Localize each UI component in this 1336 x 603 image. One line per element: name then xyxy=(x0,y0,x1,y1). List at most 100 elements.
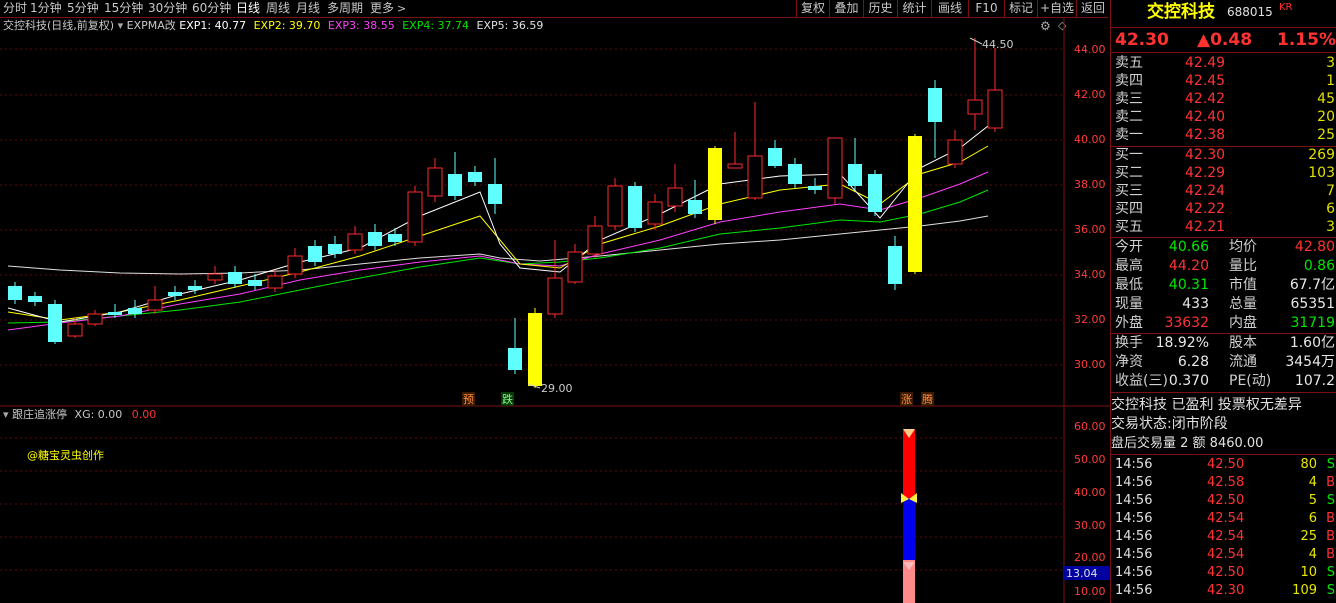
bid-row[interactable]: 买一 42.30 269 xyxy=(1111,146,1336,165)
candle-body xyxy=(8,286,22,300)
period-tab-30min[interactable]: 30分钟 xyxy=(148,0,187,17)
ask-row[interactable]: 卖四 42.45 1 xyxy=(1111,72,1336,91)
candle-body xyxy=(667,187,683,207)
back-button[interactable]: 返回 xyxy=(1076,0,1109,17)
period-tab-5min[interactable]: 5分钟 xyxy=(67,0,99,17)
sub-y-tick-20: 20.00 xyxy=(1074,551,1106,564)
tick-side: B xyxy=(1326,547,1335,562)
period-tab-15min[interactable]: 15分钟 xyxy=(104,0,143,17)
stat-value: 18.92% xyxy=(1155,335,1209,351)
stat-label: 现量 xyxy=(1115,296,1143,312)
tick-row: 14:56 42.54 25 B xyxy=(1111,528,1336,546)
ask-label: 卖四 xyxy=(1115,73,1143,89)
ask-volume: 45 xyxy=(1317,91,1335,107)
history-button[interactable]: 历史 xyxy=(863,0,897,17)
tick-volume: 4 xyxy=(1308,547,1317,562)
bid-row[interactable]: 买二 42.29 103 xyxy=(1111,164,1336,183)
stat-label: 最高 xyxy=(1115,258,1143,274)
ask-row[interactable]: 卖五 42.49 3 xyxy=(1111,54,1336,73)
draw-line-button[interactable]: 画线 xyxy=(931,0,968,17)
bid-row[interactable]: 买四 42.22 6 xyxy=(1111,200,1336,219)
tick-price: 42.30 xyxy=(1207,583,1245,598)
period-tab-fenshi[interactable]: 分时 xyxy=(3,0,27,17)
bid-volume: 6 xyxy=(1326,201,1335,217)
tick-time: 14:56 xyxy=(1115,457,1153,472)
period-tab-60min[interactable]: 60分钟 xyxy=(192,0,231,17)
ask-row[interactable]: 卖一 42.38 25 xyxy=(1111,126,1336,145)
ask-price: 42.45 xyxy=(1185,73,1226,89)
ask-row[interactable]: 卖三 42.42 45 xyxy=(1111,90,1336,109)
candle-body xyxy=(147,299,163,311)
sub-y-tick-50: 50.00 xyxy=(1074,453,1106,466)
candle-body xyxy=(967,99,983,115)
tick-row: 14:56 42.58 4 B xyxy=(1111,474,1336,492)
stat-label: 均价 xyxy=(1229,239,1257,255)
period-tab-more[interactable]: 更多 xyxy=(370,0,394,17)
period-tab-1min[interactable]: 1分钟 xyxy=(30,0,62,17)
candle-body xyxy=(267,275,283,289)
y-tick-44: 44.00 xyxy=(1074,43,1106,56)
period-tab-weekly[interactable]: 周线 xyxy=(266,0,290,17)
collapse-triangle-icon[interactable]: ▾ xyxy=(3,408,9,421)
bid-row[interactable]: 买三 42.24 7 xyxy=(1111,182,1336,201)
tick-price: 42.58 xyxy=(1207,475,1245,490)
stat-value: 44.20 xyxy=(1168,258,1209,274)
chevron-right-icon[interactable]: > xyxy=(397,0,406,17)
kline-chart[interactable]: 44.50 29.00 预 跌 涨 腾 xyxy=(0,18,1110,603)
ask-row[interactable]: 卖二 42.40 20 xyxy=(1111,108,1336,127)
sub-value: 0.00 xyxy=(131,408,157,421)
tick-time: 14:56 xyxy=(1115,511,1153,526)
sub-indicator-name[interactable]: 跟庄追涨停 xyxy=(12,408,67,421)
marker-teng: 腾 xyxy=(922,392,933,406)
candle-body xyxy=(67,323,83,337)
stat-label: 换手 xyxy=(1115,335,1143,351)
tick-time: 14:56 xyxy=(1115,475,1153,490)
period-tab-daily[interactable]: 日线 xyxy=(236,0,260,17)
bid-price: 42.29 xyxy=(1185,165,1226,181)
overlay-button[interactable]: 叠加 xyxy=(829,0,863,17)
stat-label: 流通 xyxy=(1229,354,1257,370)
add-favorite-button[interactable]: +自选 xyxy=(1037,0,1076,17)
mark-button[interactable]: 标记 xyxy=(1004,0,1037,17)
statistics-button[interactable]: 统计 xyxy=(897,0,931,17)
info-line-3: 盘后交易量 2 额 8460.00 xyxy=(1111,436,1264,451)
period-tab-multi[interactable]: 多周期 xyxy=(327,0,363,17)
stat2-row: 收益(三) 0.370 PE(动) 107.2 xyxy=(1111,372,1336,391)
high-price-label: 44.50 xyxy=(982,38,1014,51)
bid-volume: 3 xyxy=(1326,219,1335,235)
fuquan-button[interactable]: 复权 xyxy=(796,0,829,17)
f10-button[interactable]: F10 xyxy=(968,0,1004,17)
candle-body xyxy=(48,304,62,342)
tick-row: 14:56 42.54 4 B xyxy=(1111,546,1336,564)
tick-row: 14:56 42.50 10 S xyxy=(1111,564,1336,582)
candle-body xyxy=(607,185,623,227)
stat-value: 433 xyxy=(1182,296,1209,312)
ask-label: 卖一 xyxy=(1115,127,1143,143)
tick-volume: 6 xyxy=(1308,511,1317,526)
period-tab-monthly[interactable]: 月线 xyxy=(296,0,320,17)
stat-value: 1.60亿 xyxy=(1289,335,1335,351)
info-line-2: 交易状态:闭市阶段 xyxy=(1111,416,1228,432)
stat-label: 今开 xyxy=(1115,239,1143,255)
tick-side: S xyxy=(1326,457,1335,472)
candle-body xyxy=(908,136,922,272)
y-tick-30: 30.00 xyxy=(1074,358,1106,371)
bid-volume: 269 xyxy=(1308,147,1335,163)
candle-body xyxy=(468,172,482,182)
stat-label: 净资 xyxy=(1115,354,1143,370)
exp5-line xyxy=(7,215,989,275)
candle-body xyxy=(368,232,382,246)
period-toolbar: 分时 1分钟 5分钟 15分钟 30分钟 60分钟 日线 周线 月线 多周期 更… xyxy=(0,0,1108,18)
candle-body xyxy=(388,234,402,242)
stat-label: 最低 xyxy=(1115,277,1143,293)
stock-name: 交控科技 xyxy=(1147,2,1215,22)
candle-body xyxy=(87,313,103,325)
stat-value: 31719 xyxy=(1290,315,1335,331)
price-change-pct: 1.15% xyxy=(1277,30,1336,50)
stat-label: 收益(三) xyxy=(1115,373,1168,389)
tick-side: S xyxy=(1326,493,1335,508)
bid-row[interactable]: 买五 42.21 3 xyxy=(1111,218,1336,237)
stat-value: 42.80 xyxy=(1294,239,1335,255)
ask-label: 卖二 xyxy=(1115,109,1143,125)
quote-panel: 交控科技 688015 KR 42.30 ▲0.48 1.15% 卖五 42.49… xyxy=(1110,0,1336,603)
